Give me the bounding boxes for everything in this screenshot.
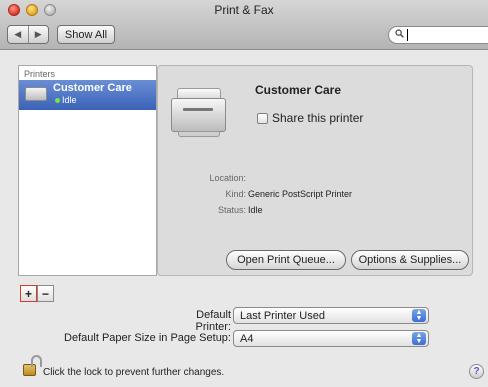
default-printer-value: Last Printer Used (240, 309, 325, 322)
large-printer-icon (171, 88, 226, 140)
printer-detail-panel: Customer Care Share this printer Locatio… (157, 65, 473, 276)
default-printer-label: Default Printer: (195, 309, 231, 333)
printer-list-item-name: Customer Care (53, 82, 132, 94)
kind-value: Generic PostScript Printer (248, 189, 353, 199)
location-label: Location: (209, 173, 246, 183)
add-printer-button[interactable]: + (20, 285, 37, 302)
text-caret (407, 29, 408, 41)
back-forward-control: ◀ ▶ (7, 25, 49, 44)
print-fax-window: Print & Fax ◀ ▶ Show All Printers Custom… (0, 0, 488, 387)
popup-arrows-icon: ▲ ▼ (412, 309, 426, 322)
status-dot-icon (55, 98, 60, 103)
share-printer-label[interactable]: Share this printer (272, 111, 363, 125)
status-value: Idle (248, 205, 263, 215)
popup-arrows-icon: ▲ ▼ (412, 332, 426, 345)
show-all-button[interactable]: Show All (57, 25, 115, 44)
window-title: Print & Fax (214, 3, 274, 17)
printers-list[interactable]: Printers Customer Care Idle (18, 65, 157, 276)
paper-size-label: Default Paper Size in Page Setup: (64, 332, 231, 344)
magnifier-icon (395, 29, 404, 41)
help-button[interactable]: ? (469, 364, 484, 379)
lock-icon[interactable] (23, 355, 42, 376)
status-label: Status: (217, 205, 246, 215)
title-bar: Print & Fax ◀ ▶ Show All (0, 0, 488, 50)
printer-icon (25, 87, 47, 101)
search-field[interactable] (388, 26, 488, 44)
printer-list-item-customer-care[interactable]: Customer Care Idle (19, 80, 156, 110)
printer-list-item-status: Idle (62, 95, 77, 105)
lock-message: Click the lock to prevent further change… (43, 367, 225, 378)
remove-printer-button[interactable]: − (37, 285, 54, 302)
forward-button[interactable]: ▶ (27, 26, 49, 43)
paper-size-popup[interactable]: A4 ▲ ▼ (233, 330, 429, 347)
options-supplies-button[interactable]: Options & Supplies... (351, 250, 469, 270)
kind-label: Kind: (225, 189, 246, 199)
paper-size-value: A4 (240, 332, 254, 345)
open-print-queue-button[interactable]: Open Print Queue... (226, 250, 346, 270)
back-button[interactable]: ◀ (8, 26, 28, 43)
share-printer-checkbox[interactable] (257, 113, 268, 124)
printers-list-header: Printers (24, 69, 56, 79)
detail-printer-name: Customer Care (255, 83, 342, 97)
default-printer-popup[interactable]: Last Printer Used ▲ ▼ (233, 307, 429, 324)
